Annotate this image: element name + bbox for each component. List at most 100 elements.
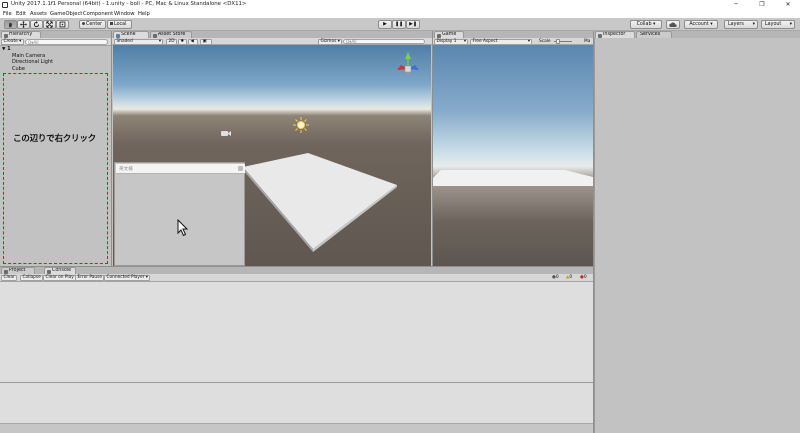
scene-root-label: 1 xyxy=(7,46,11,52)
info-icon xyxy=(597,33,602,38)
camera-gizmo[interactable] xyxy=(221,131,231,136)
tab-game-label: Game xyxy=(442,32,457,37)
menu-window[interactable]: Window xyxy=(114,11,134,17)
clear-search-icon[interactable] xyxy=(238,166,243,171)
menu-assets[interactable]: Assets xyxy=(30,11,47,17)
speaker-icon: ◀ xyxy=(190,38,194,44)
clear-on-play-toggle[interactable]: Clear on Play xyxy=(43,274,77,281)
scale-slider-handle[interactable] xyxy=(556,39,560,44)
asset-store-icon xyxy=(152,33,157,38)
cloud-button[interactable] xyxy=(666,20,680,29)
move-icon xyxy=(20,21,27,28)
display-dropdown[interactable]: Display 1 ▾ xyxy=(434,38,468,45)
sun-icon: ✹ xyxy=(180,38,185,44)
hierarchy-toolbar: Create ▾ Q▾All xyxy=(0,38,111,46)
chevron-down-icon: ▼ xyxy=(2,47,6,52)
scale-label: Scale xyxy=(539,39,551,44)
gizmos-dropdown[interactable]: Gizmos ▾ xyxy=(318,38,343,45)
chevron-down-icon: ▾ xyxy=(463,38,466,44)
step-button[interactable]: ▶❚ xyxy=(406,20,420,29)
audio-toggle[interactable]: ◀ xyxy=(188,38,198,45)
warning-count[interactable]: ▲0 xyxy=(566,275,572,280)
display-label: Display 1 xyxy=(436,38,457,44)
menu-help[interactable]: Help xyxy=(138,11,150,17)
tab-inspector[interactable]: Inspector xyxy=(595,31,635,38)
main-toolbar: Center Local ▶ ❚❚ ▶❚ Collab ▾ Account ▾ … xyxy=(0,18,800,31)
context-menu-search-placeholder: 英文検 xyxy=(119,167,133,172)
play-button[interactable]: ▶ xyxy=(378,20,392,29)
context-menu-popup: 英文検 xyxy=(114,162,245,266)
chevron-down-icon: ▾ xyxy=(527,38,530,44)
collab-dropdown[interactable]: Collab ▾ xyxy=(630,20,662,29)
tab-game[interactable]: Game xyxy=(434,31,464,38)
cloud-icon xyxy=(669,21,677,27)
layers-dropdown[interactable]: Layers ▾ xyxy=(724,20,758,29)
orientation-gizmo[interactable] xyxy=(397,52,419,74)
hierarchy-item-cube[interactable]: Cube xyxy=(2,66,108,72)
close-window-button[interactable]: ✕ xyxy=(776,0,800,10)
lighting-toggle[interactable]: ✹ xyxy=(178,38,187,45)
menu-file[interactable]: File xyxy=(3,11,12,17)
console-log-area[interactable] xyxy=(0,282,594,382)
toggle-2d-button[interactable]: 2D xyxy=(166,38,178,45)
tab-services[interactable]: Services xyxy=(636,31,672,38)
tab-project[interactable]: Project xyxy=(1,267,35,274)
unity-app-icon xyxy=(2,1,8,8)
inspector-panel xyxy=(594,38,800,433)
error-count[interactable]: ●0 xyxy=(580,275,587,280)
shading-mode-dropdown[interactable]: Shaded ▾ xyxy=(114,38,163,45)
console-toolbar: Clear Collapse Clear on Play Error Pause… xyxy=(0,274,594,282)
context-menu-search-input[interactable]: 英文検 xyxy=(116,164,245,174)
rotate-icon xyxy=(33,21,40,28)
rect-tool-button[interactable] xyxy=(56,20,69,29)
console-collapse-button[interactable]: Collapse xyxy=(20,274,44,281)
connected-player-dropdown[interactable]: Connected Player ▾ xyxy=(104,274,151,281)
rotate-tool-button[interactable] xyxy=(30,20,43,29)
tab-console[interactable]: Console xyxy=(44,267,76,274)
log-count[interactable]: ●0 xyxy=(552,275,559,280)
scene-icon xyxy=(115,33,120,38)
panel-divider[interactable] xyxy=(432,31,433,267)
panel-divider[interactable] xyxy=(111,31,112,267)
game-viewport[interactable] xyxy=(433,45,593,266)
window-title: Unity 2017.1.1f1 Personal (64bit) - 1.un… xyxy=(11,1,247,7)
tab-asset-store[interactable]: Asset Store xyxy=(150,31,192,38)
menu-edit[interactable]: Edit xyxy=(16,11,26,17)
scale-slider-track[interactable] xyxy=(554,39,572,44)
directional-light-gizmo[interactable] xyxy=(293,117,309,133)
space-local-toggle[interactable]: Local xyxy=(107,20,132,29)
scene-root-item[interactable]: ▼ 1 xyxy=(2,46,108,53)
hierarchy-list: ▼ 1 Main Camera Directional Light Cube xyxy=(2,46,108,72)
hand-tool-button[interactable] xyxy=(4,20,17,29)
console-detail-area[interactable] xyxy=(0,383,594,423)
pause-button[interactable]: ❚❚ xyxy=(392,20,406,29)
panel-divider[interactable] xyxy=(0,266,594,267)
panel-divider[interactable] xyxy=(593,31,594,433)
restore-button[interactable]: ❐ xyxy=(750,0,774,10)
layout-dropdown[interactable]: Layout ▾ xyxy=(761,20,795,29)
folder-icon xyxy=(3,269,8,274)
console-clear-button[interactable]: Clear xyxy=(1,274,18,281)
tab-scene[interactable]: Scene xyxy=(113,31,149,38)
scene-search-input[interactable]: Q▾All xyxy=(343,38,425,44)
create-dropdown[interactable]: Create ▾ xyxy=(1,38,24,45)
menu-gameobject[interactable]: GameObject xyxy=(50,11,82,17)
account-dropdown[interactable]: Account ▾ xyxy=(684,20,718,29)
maximize-on-play-toggle[interactable]: Ma xyxy=(584,39,590,44)
chevron-down-icon: ▾ xyxy=(789,22,792,27)
error-pause-toggle[interactable]: Error Pause xyxy=(75,274,105,281)
tab-hierarchy[interactable]: Hierarchy xyxy=(1,31,41,38)
pivot-center-toggle[interactable]: Center xyxy=(79,20,106,29)
aspect-dropdown[interactable]: Free Aspect ▾ xyxy=(470,38,532,45)
scale-tool-button[interactable] xyxy=(43,20,56,29)
chevron-down-icon: ▾ xyxy=(158,38,161,44)
plane-object xyxy=(433,170,593,186)
menu-component[interactable]: Component xyxy=(83,11,113,17)
hierarchy-search-input[interactable]: Q▾All xyxy=(25,39,108,45)
effects-toggle[interactable]: ▣ xyxy=(200,38,212,45)
right-click-area-highlight[interactable] xyxy=(3,73,108,264)
right-click-hint-text: この辺りで右クリック xyxy=(13,134,96,144)
tab-inspector-label: Inspector xyxy=(603,32,626,37)
minimize-button[interactable]: ─ xyxy=(724,0,748,10)
move-tool-button[interactable] xyxy=(17,20,30,29)
